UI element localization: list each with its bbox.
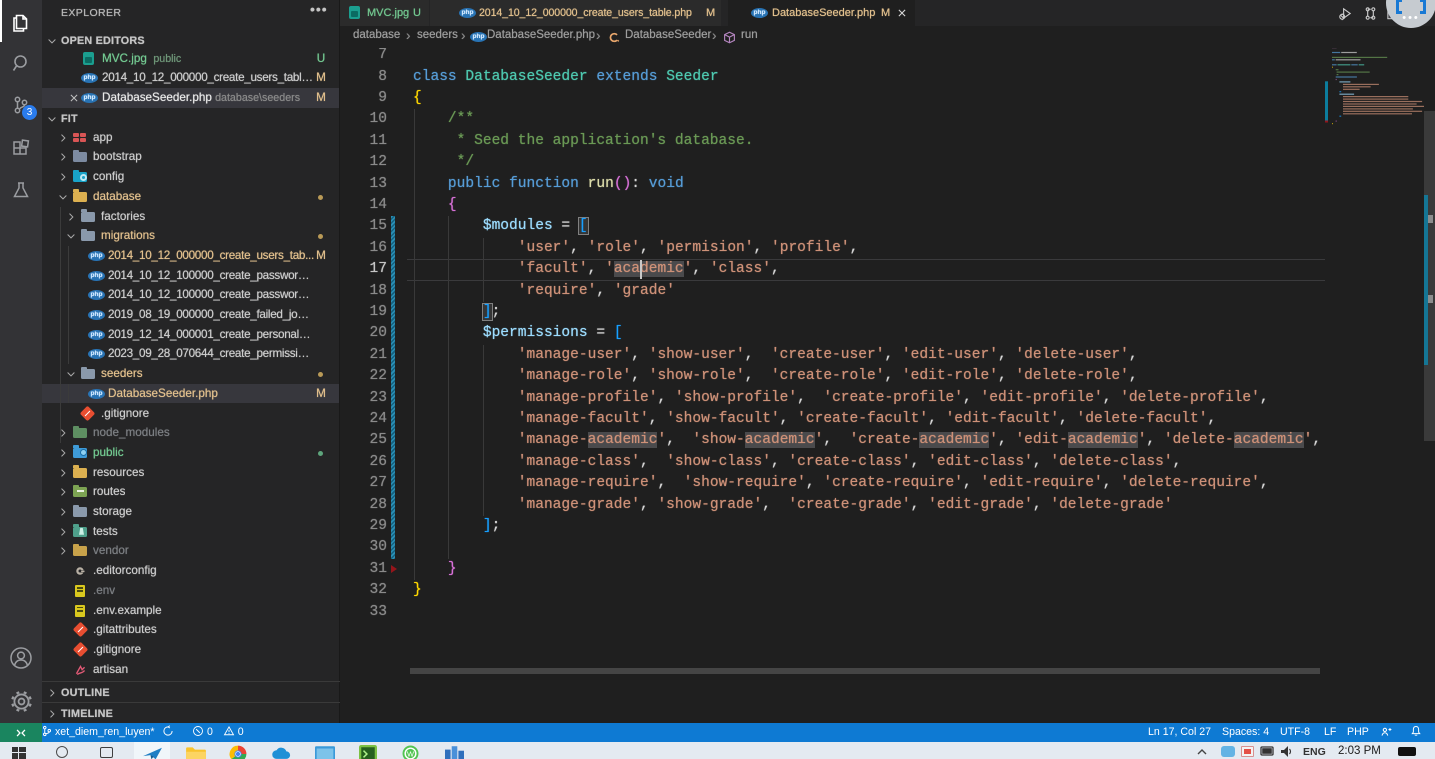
svg-text:W: W [407,750,414,759]
